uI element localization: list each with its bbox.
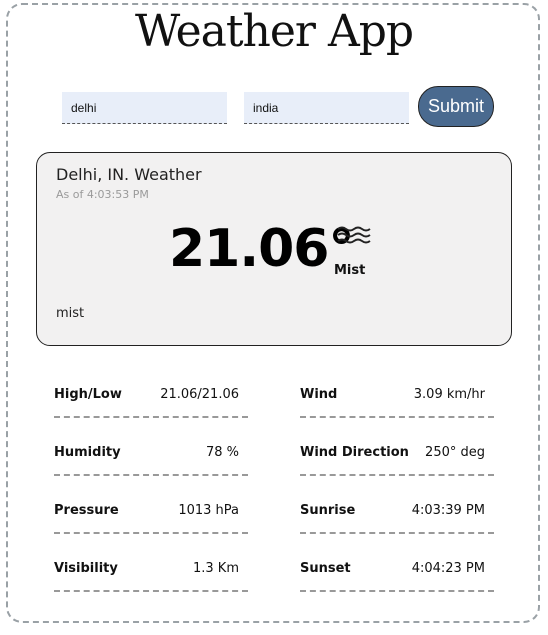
country-input[interactable] — [244, 92, 409, 124]
detail-value: 1013 hPa — [178, 503, 239, 518]
detail-humidity: Humidity 78 % — [54, 440, 248, 476]
detail-visibility: Visibility 1.3 Km — [54, 556, 248, 592]
detail-sunrise: Sunrise 4:03:39 PM — [300, 498, 494, 534]
detail-label: High/Low — [54, 387, 122, 402]
detail-label: Wind Direction — [300, 445, 409, 460]
submit-button[interactable]: Submit — [418, 86, 494, 127]
temperature: 21.06° — [169, 219, 354, 279]
detail-label: Pressure — [54, 503, 119, 518]
detail-label: Humidity — [54, 445, 121, 460]
detail-value: 3.09 km/hr — [413, 387, 485, 402]
weather-card: Delhi, IN. Weather As of 4:03:53 PM 21.0… — [36, 152, 512, 346]
detail-sunset: Sunset 4:04:23 PM — [300, 556, 494, 592]
detail-label: Sunrise — [300, 503, 356, 518]
detail-label: Wind — [300, 387, 338, 402]
detail-label: Sunset — [300, 561, 351, 576]
detail-value: 4:04:23 PM — [411, 561, 485, 576]
detail-value: 21.06/21.06 — [160, 387, 239, 402]
app-title: Weather App — [134, 6, 414, 57]
detail-wind: Wind 3.09 km/hr — [300, 382, 494, 418]
detail-pressure: Pressure 1013 hPa — [54, 498, 248, 534]
as-of-time: As of 4:03:53 PM — [56, 188, 149, 201]
condition-label: Mist — [334, 263, 366, 278]
detail-wind-direction: Wind Direction 250° deg — [300, 440, 494, 476]
detail-value: 4:03:39 PM — [411, 503, 485, 518]
detail-value: 250° deg — [425, 445, 485, 460]
detail-high-low: High/Low 21.06/21.06 — [54, 382, 248, 418]
location-heading: Delhi, IN. Weather — [56, 165, 202, 184]
detail-label: Visibility — [54, 561, 118, 576]
city-input[interactable] — [62, 92, 227, 124]
mist-icon — [337, 226, 371, 244]
condition-description: mist — [56, 306, 85, 321]
detail-value: 78 % — [205, 445, 239, 460]
detail-value: 1.3 Km — [193, 561, 239, 576]
